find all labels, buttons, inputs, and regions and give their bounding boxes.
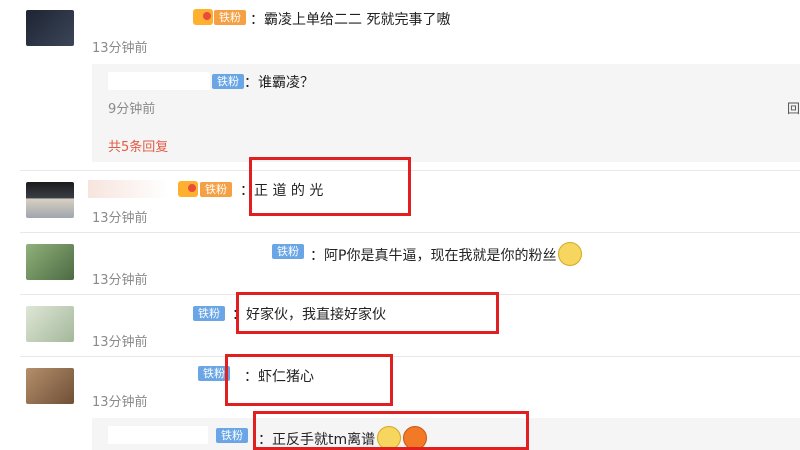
doge-emoji-icon [558,242,583,266]
avatar[interactable] [26,306,74,342]
divider [20,356,800,357]
comment-text: ：阿P你是真牛逼，现在我就是你的粉丝 [310,242,583,266]
fan-badge: 铁粉 [200,182,232,197]
fan-badge: 铁粉 [272,244,304,259]
fan-badge: 铁粉 [193,306,225,321]
fan-badge: 铁粉 [212,74,244,89]
avatar[interactable] [26,244,74,280]
comment-1: 铁粉 ：霸凌上单给二二 死就完事了嗷 13分钟前 铁粉 ：谁霸凌？ 9分钟前 回… [0,0,800,162]
fan-badge: 铁粉 [216,428,248,443]
avatar[interactable] [26,182,74,218]
more-replies-link[interactable]: 共5条回复 [108,136,168,155]
comment-time: 13分钟前 [92,41,148,56]
reply-username[interactable] [108,426,208,444]
comment-text: ：霸凌上单给二二 死就完事了嗷 [250,12,451,28]
reply-username[interactable] [108,72,210,90]
highlight-box [225,354,393,406]
highlight-box [249,157,411,216]
comment-5: 铁粉 ：虾仁猪心 13分钟前 [0,358,800,418]
comment-time: 13分钟前 [92,211,148,226]
comment-3: 铁粉 ：阿P你是真牛逼，现在我就是你的粉丝 13分钟前 [0,234,800,292]
level-heart-icon [193,9,213,25]
highlight-box [253,411,529,450]
username[interactable] [82,366,192,384]
username[interactable] [82,8,182,26]
comment-time: 13分钟前 [92,273,148,288]
username[interactable] [88,180,168,198]
username[interactable] [84,304,184,322]
highlight-box [236,292,499,334]
comment-time: 13分钟前 [92,335,148,350]
comment-text-content: ：阿P你是真牛逼，现在我就是你的粉丝 [310,248,557,264]
avatar[interactable] [26,10,74,46]
reply-time: 9分钟前 [108,102,156,117]
reply-text: ：谁霸凌？ [244,75,314,91]
divider [20,232,800,233]
avatar[interactable] [26,368,74,404]
username[interactable] [84,242,264,260]
comment-time: 13分钟前 [92,395,148,410]
reply-action[interactable]: 回 [787,98,800,117]
reply-box: 铁粉 ：谁霸凌？ 9分钟前 回 共5条回复 [92,64,800,162]
fan-badge: 铁粉 [214,10,246,25]
level-heart-icon [178,181,198,197]
